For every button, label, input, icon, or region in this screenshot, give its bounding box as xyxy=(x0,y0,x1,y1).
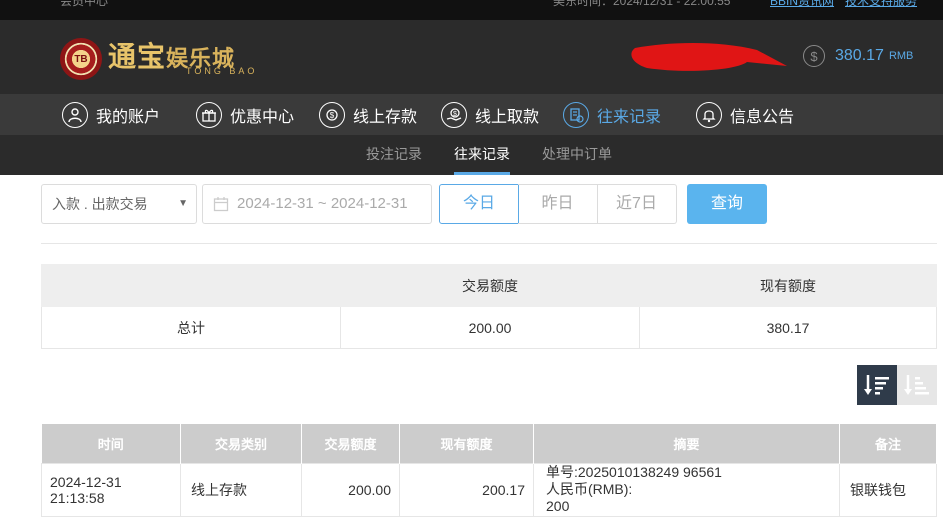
eastern-time: 美东时间：2024/12/31 - 22:00:55 xyxy=(553,0,731,8)
dollar-icon: $ xyxy=(803,45,825,67)
logo-english: TONG BAO xyxy=(186,65,258,76)
cell-time: 2024-12-31 21:13:58 xyxy=(41,462,181,517)
nav-label: 我的账户 xyxy=(96,108,161,126)
logo-chip-icon: TB xyxy=(60,38,102,80)
top-strip: 会员中心 美东时间：2024/12/31 - 22:00:55 BBIN资讯网 … xyxy=(0,0,943,20)
gift-icon xyxy=(196,101,222,128)
user-icon xyxy=(62,101,88,128)
withdraw-icon: $ xyxy=(441,101,467,128)
nav-transaction-records[interactable]: 往来记录 xyxy=(563,94,661,135)
summary-cell: 380.17 xyxy=(639,306,937,349)
logo[interactable]: TB 通宝娱乐城 TONG BAO xyxy=(60,38,257,80)
header: TB 通宝娱乐城 TONG BAO $ 380.17 RMB xyxy=(0,20,943,94)
sort-descending-icon xyxy=(864,375,889,395)
date-range-value: 2024-12-31 ~ 2024-12-31 xyxy=(237,195,408,212)
logo-title: 通宝 xyxy=(108,39,167,73)
redaction-mark xyxy=(631,43,787,71)
nav-announcements[interactable]: 信息公告 xyxy=(696,94,794,135)
records-icon xyxy=(563,101,589,128)
nav-my-account[interactable]: 我的账户 xyxy=(62,94,160,135)
transaction-type-value: 入款 . 出款交易 xyxy=(52,196,148,212)
tab-pending-orders[interactable]: 处理中订单 xyxy=(542,135,612,175)
cell-note: 银联钱包 xyxy=(839,462,937,517)
balance-amount: 380.17 xyxy=(835,47,884,64)
column-header-note: 备注 xyxy=(839,424,937,463)
summary-order-number: 单号:2025010138249 96561 xyxy=(546,464,722,480)
yesterday-button[interactable]: 昨日 xyxy=(518,184,598,224)
sort-ascending-button[interactable] xyxy=(897,365,937,405)
cell-summary: 单号:2025010138249 96561 人民币(RMB): 200 xyxy=(533,462,840,517)
nav-label: 线上取款 xyxy=(475,108,540,126)
table-row: 2024-12-31 21:13:58 线上存款 200.00 200.17 单… xyxy=(41,462,937,517)
divider xyxy=(41,243,937,244)
summary-header-row: 交易额度 现有额度 xyxy=(41,264,937,307)
cell-type: 线上存款 xyxy=(180,462,302,517)
deposit-icon: $ xyxy=(319,101,345,128)
column-header-type: 交易类别 xyxy=(180,424,302,463)
last-7-days-button[interactable]: 近7日 xyxy=(597,184,677,224)
calendar-icon xyxy=(213,197,229,212)
summary-total-row: 总计 200.00 380.17 xyxy=(41,306,937,349)
column-header-summary: 摘要 xyxy=(533,424,840,463)
summary-header-cell: 交易额度 xyxy=(340,264,640,307)
query-button[interactable]: 查询 xyxy=(687,184,767,224)
caret-down-icon: ▼ xyxy=(178,198,188,209)
summary-header-cell xyxy=(41,264,341,307)
balance-currency: RMB xyxy=(888,50,914,62)
column-header-amount: 交易额度 xyxy=(301,424,400,463)
nav-label: 优惠中心 xyxy=(230,108,295,126)
svg-text:$: $ xyxy=(330,111,335,120)
summary-cell: 总计 xyxy=(41,306,341,349)
bbin-info-link[interactable]: BBIN资讯网 xyxy=(770,0,834,9)
member-center-link[interactable]: 会员中心 xyxy=(60,0,108,9)
nav-label: 线上存款 xyxy=(353,108,418,126)
nav-label: 往来记录 xyxy=(597,108,662,126)
summary-cell: 200.00 xyxy=(340,306,640,349)
summary-value: 200 xyxy=(546,498,570,514)
records-table: 时间 交易类别 交易额度 现有额度 摘要 备注 2024-12-31 21:13… xyxy=(41,424,937,517)
column-header-balance: 现有额度 xyxy=(399,424,534,463)
sub-nav: 投注记录 往来记录 处理中订单 xyxy=(0,135,943,175)
nav-online-deposit[interactable]: $ 线上存款 xyxy=(319,94,417,135)
main-nav: 我的账户 优惠中心 $ 线上存款 $ 线上取款 往来记录 信息公告 xyxy=(0,94,943,135)
svg-text:$: $ xyxy=(453,111,457,118)
balance-display: $ 380.17 RMB xyxy=(803,45,913,67)
bell-icon xyxy=(696,101,722,128)
date-range-input[interactable]: 2024-12-31 ~ 2024-12-31 xyxy=(202,184,432,224)
cell-balance: 200.17 xyxy=(399,462,534,517)
nav-label: 信息公告 xyxy=(730,108,795,126)
cell-amount: 200.00 xyxy=(301,462,400,517)
summary-currency: 人民币(RMB): xyxy=(546,481,633,497)
today-button[interactable]: 今日 xyxy=(439,184,519,224)
tab-bet-records[interactable]: 投注记录 xyxy=(366,135,422,175)
summary-header-cell: 现有额度 xyxy=(639,264,937,307)
transaction-type-select[interactable]: 入款 . 出款交易 ▼ xyxy=(41,184,197,224)
nav-online-withdraw[interactable]: $ 线上取款 xyxy=(441,94,539,135)
sort-descending-button[interactable] xyxy=(857,365,897,405)
tech-support-link[interactable]: 技术支持服务 xyxy=(845,0,917,9)
column-header-time: 时间 xyxy=(41,424,181,463)
tab-transaction-records[interactable]: 往来记录 xyxy=(454,135,510,175)
nav-promotions[interactable]: 优惠中心 xyxy=(196,94,294,135)
records-header-row: 时间 交易类别 交易额度 现有额度 摘要 备注 xyxy=(41,424,937,463)
sort-ascending-icon xyxy=(904,375,929,395)
summary-table: 交易额度 现有额度 总计 200.00 380.17 xyxy=(41,264,937,349)
